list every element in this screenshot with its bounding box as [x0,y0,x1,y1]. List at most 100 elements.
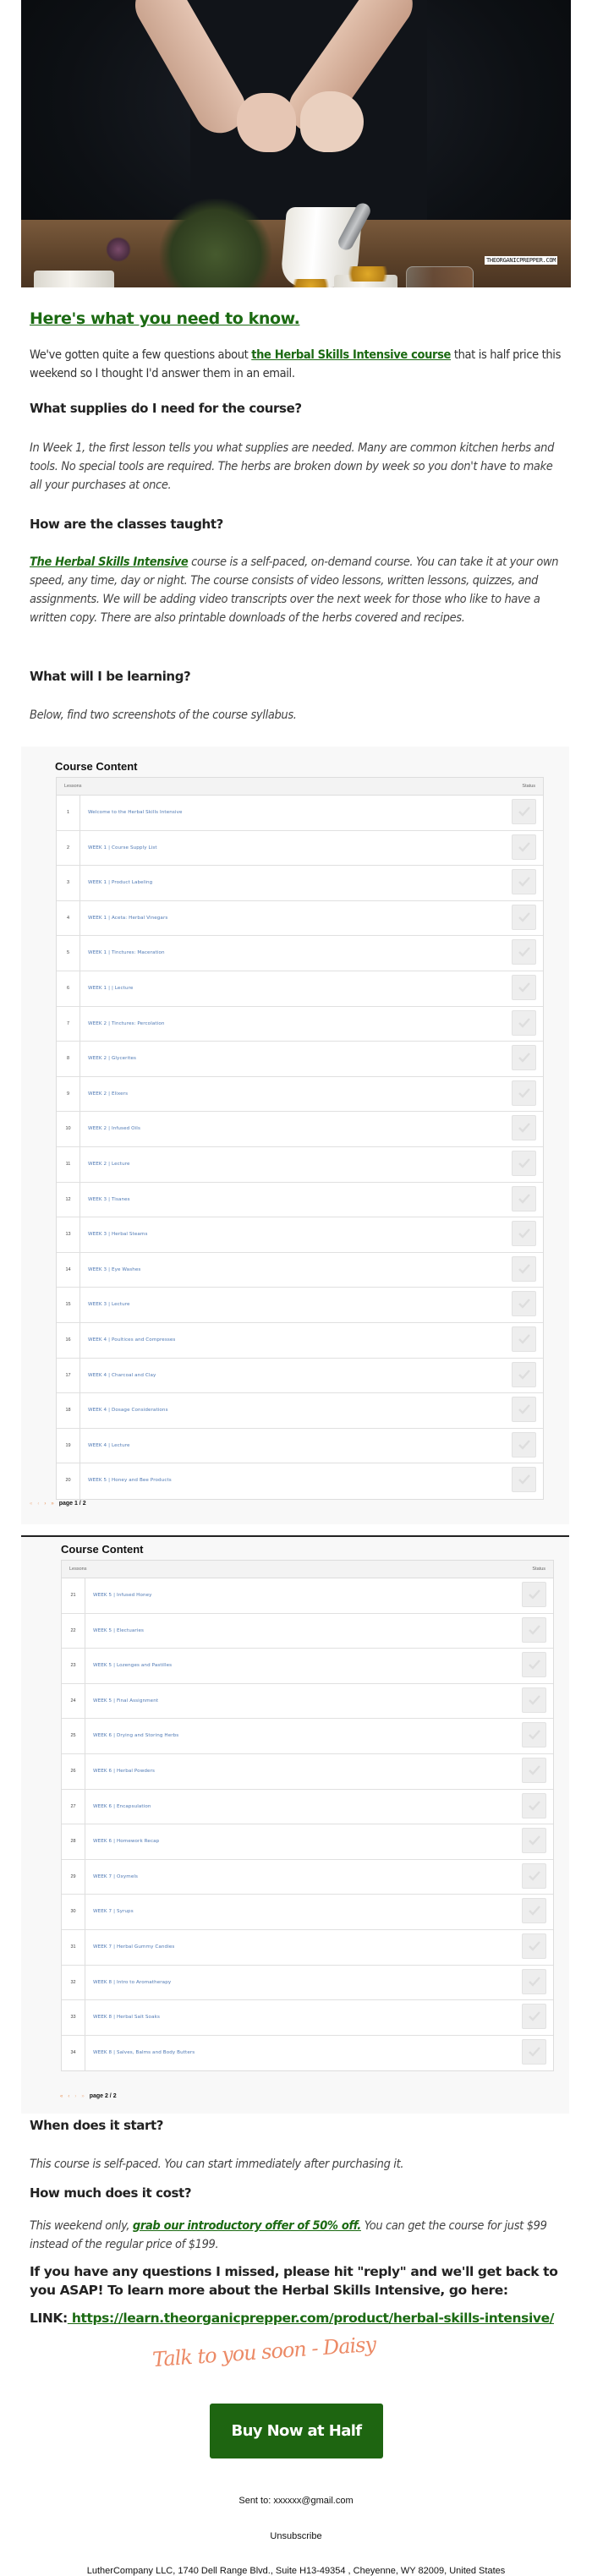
table-row[interactable]: 29 WEEK 7 | Oxymels [62,1859,553,1895]
lesson-status-checkbox[interactable] [512,1185,536,1211]
lesson-link[interactable]: WEEK 5 | Honey and Bee Products [88,1463,172,1498]
lesson-link[interactable]: WEEK 3 | Lecture [88,1288,130,1322]
lesson-status-checkbox[interactable] [522,1968,546,1994]
table-row[interactable]: 19 WEEK 4 | Lecture [57,1428,543,1464]
table-row[interactable]: 6 WEEK 1 | | Lecture [57,971,543,1007]
lesson-link[interactable]: WEEK 6 | Homework Recap [93,1824,159,1859]
lesson-status-checkbox[interactable] [522,2038,546,2065]
lesson-status-checkbox[interactable] [512,1326,536,1352]
table-row[interactable]: 2 WEEK 1 | Course Supply List [57,830,543,867]
table-row[interactable]: 30 WEEK 7 | Syrups [62,1895,553,1930]
table-row[interactable]: 24 WEEK 5 | Final Assignment [62,1683,553,1720]
lesson-link[interactable]: Welcome to the Herbal Skills Intensive [88,796,183,830]
lesson-status-checkbox[interactable] [512,1397,536,1423]
table-row[interactable]: 9 WEEK 2 | Elixers [57,1076,543,1113]
table-row[interactable]: 25 WEEK 6 | Drying and Storing Herbs [62,1719,553,1754]
lesson-link[interactable]: WEEK 5 | Electuaries [93,1614,144,1649]
prev-page-icon[interactable]: ‹ [68,2094,69,2099]
lesson-status-checkbox[interactable] [512,1255,536,1282]
lesson-status-checkbox[interactable] [512,1221,536,1247]
page-heading[interactable]: Here's what you need to know. [30,309,562,328]
lesson-status-checkbox[interactable] [512,974,536,1000]
table-row[interactable]: 11 WEEK 2 | Lecture [57,1146,543,1183]
table-row[interactable]: 7 WEEK 2 | Tinctures: Percolation [57,1006,543,1042]
lesson-link[interactable]: WEEK 3 | Tisanes [88,1183,130,1217]
course-url-link[interactable]: https://learn.theorganicprepper.com/prod… [68,2311,555,2326]
table-row[interactable]: 4 WEEK 1 | Aceta: Herbal Vinegars [57,900,543,937]
lesson-link[interactable]: WEEK 6 | Herbal Powders [93,1754,155,1789]
last-page-icon[interactable]: » [51,1501,53,1507]
next-page-icon[interactable]: › [44,1501,46,1507]
lesson-link[interactable]: WEEK 1 | Aceta: Herbal Vinegars [88,901,167,936]
lesson-link[interactable]: WEEK 4 | Charcoal and Clay [88,1359,156,1393]
table-row[interactable]: 17 WEEK 4 | Charcoal and Clay [57,1358,543,1394]
unsubscribe-link[interactable]: Unsubscribe [0,2531,592,2541]
table-row[interactable]: 3 WEEK 1 | Product Labeling [57,866,543,901]
lesson-link[interactable]: WEEK 1 | Product Labeling [88,866,152,900]
lesson-link[interactable]: WEEK 2 | Elixers [88,1077,128,1112]
table-row[interactable]: 21 WEEK 5 | Infused Honey [62,1578,553,1614]
lesson-status-checkbox[interactable] [512,1361,536,1387]
course-link[interactable]: the Herbal Skills Intensive course [251,348,451,362]
table-row[interactable]: 26 WEEK 6 | Herbal Powders [62,1753,553,1790]
lesson-link[interactable]: WEEK 1 | | Lecture [88,971,133,1006]
lesson-link[interactable]: WEEK 1 | Tinctures: Maceration [88,936,165,971]
lesson-status-checkbox[interactable] [512,1150,536,1176]
lesson-link[interactable]: WEEK 2 | Glycerites [88,1042,136,1076]
table-row[interactable]: 13 WEEK 3 | Herbal Steams [57,1217,543,1253]
prev-page-icon[interactable]: ‹ [37,1501,39,1507]
table-row[interactable]: 33 WEEK 8 | Herbal Salt Soaks [62,2000,553,2036]
lesson-link[interactable]: WEEK 3 | Herbal Steams [88,1217,147,1252]
first-page-icon[interactable]: « [60,2094,63,2099]
lesson-status-checkbox[interactable] [522,1687,546,1713]
lesson-status-checkbox[interactable] [522,1616,546,1643]
lesson-link[interactable]: WEEK 7 | Syrups [93,1895,134,1929]
lesson-status-checkbox[interactable] [512,1009,536,1036]
lesson-status-checkbox[interactable] [512,1431,536,1458]
lesson-link[interactable]: WEEK 8 | Intro to Aromatherapy [93,1966,171,2000]
lesson-status-checkbox[interactable] [522,2004,546,2030]
lesson-link[interactable]: WEEK 7 | Herbal Gummy Candies [93,1930,174,1965]
table-row[interactable]: 14 WEEK 3 | Eye Washes [57,1252,543,1288]
table-row[interactable]: 5 WEEK 1 | Tinctures: Maceration [57,936,543,971]
lesson-status-checkbox[interactable] [522,1828,546,1854]
table-row[interactable]: 16 WEEK 4 | Poultices and Compresses [57,1322,543,1359]
lesson-status-checkbox[interactable] [522,1757,546,1783]
lesson-status-checkbox[interactable] [512,1291,536,1317]
lesson-link[interactable]: WEEK 3 | Eye Washes [88,1253,140,1288]
lesson-status-checkbox[interactable] [512,869,536,895]
offer-link[interactable]: grab our introductory offer of 50% off. [133,2219,361,2233]
lesson-status-checkbox[interactable] [512,834,536,860]
lesson-link[interactable]: WEEK 5 | Infused Honey [93,1578,152,1613]
table-row[interactable]: 23 WEEK 5 | Lozenges and Pastilles [62,1649,553,1684]
lesson-status-checkbox[interactable] [522,1898,546,1924]
next-page-icon[interactable]: › [74,2094,76,2099]
lesson-status-checkbox[interactable] [512,1045,536,1071]
lesson-link[interactable]: WEEK 7 | Oxymels [93,1860,138,1895]
lesson-link[interactable]: WEEK 4 | Dosage Considerations [88,1393,168,1428]
table-row[interactable]: 27 WEEK 6 | Encapsulation [62,1789,553,1825]
table-row[interactable]: 1 Welcome to the Herbal Skills Intensive [57,796,543,831]
buy-now-button[interactable]: Buy Now at Half Price [210,2404,383,2495]
table-row[interactable]: 18 WEEK 4 | Dosage Considerations [57,1393,543,1429]
lesson-status-checkbox[interactable] [512,904,536,930]
lesson-link[interactable]: WEEK 6 | Drying and Storing Herbs [93,1719,178,1753]
lesson-status-checkbox[interactable] [522,1862,546,1889]
first-page-icon[interactable]: « [30,1501,32,1507]
lesson-status-checkbox[interactable] [512,799,536,824]
lesson-status-checkbox[interactable] [512,1115,536,1141]
table-row[interactable]: 20 WEEK 5 | Honey and Bee Products [57,1463,543,1499]
lesson-status-checkbox[interactable] [522,1722,546,1748]
table-row[interactable]: 10 WEEK 2 | Infused Oils [57,1112,543,1147]
table-row[interactable]: 32 WEEK 8 | Intro to Aromatherapy [62,1965,553,2001]
lesson-link[interactable]: WEEK 6 | Encapsulation [93,1790,151,1824]
lesson-link[interactable]: WEEK 1 | Course Supply List [88,831,157,866]
lesson-link[interactable]: WEEK 4 | Lecture [88,1429,130,1463]
course-link-italic[interactable]: The Herbal Skills Intensive [30,555,189,569]
lesson-link[interactable]: WEEK 5 | Lozenges and Pastilles [93,1649,172,1683]
table-row[interactable]: 15 WEEK 3 | Lecture [57,1288,543,1323]
lesson-status-checkbox[interactable] [522,1582,546,1607]
lesson-link[interactable]: WEEK 4 | Poultices and Compresses [88,1323,175,1358]
table-row[interactable]: 31 WEEK 7 | Herbal Gummy Candies [62,1929,553,1966]
lesson-status-checkbox[interactable] [512,939,536,965]
